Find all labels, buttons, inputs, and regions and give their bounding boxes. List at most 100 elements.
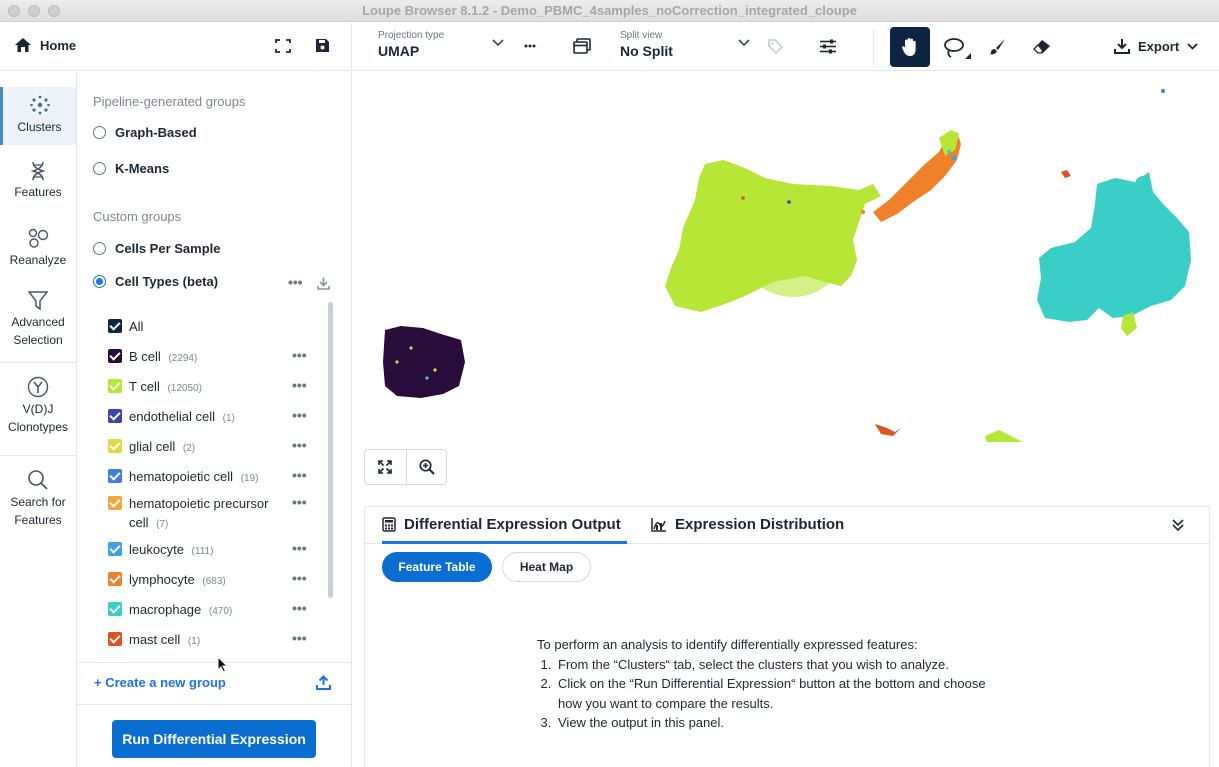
all-checkbox[interactable] xyxy=(108,319,122,333)
hand-icon xyxy=(902,38,916,56)
umap-plot[interactable] xyxy=(353,72,1219,502)
cell-type-row[interactable]: T cell (12050) ••• xyxy=(108,377,318,398)
nav-clusters-label: Clusters xyxy=(17,120,62,134)
group-cell-types[interactable]: Cell Types (beta) xyxy=(93,274,218,289)
kmeans-radio[interactable] xyxy=(93,162,106,175)
cell-type-row[interactable]: mast cell (1) ••• xyxy=(108,630,318,651)
cell-type-name: hematopoietic cell xyxy=(129,469,234,484)
cell-type-more-icon[interactable]: ••• xyxy=(292,600,307,616)
split-chevron-down-icon[interactable] xyxy=(738,39,750,47)
nav-advanced-selection[interactable]: Advanced Selection xyxy=(0,291,76,349)
create-group-link[interactable]: + Create a new group xyxy=(94,675,226,690)
fullscreen-icon[interactable] xyxy=(275,39,291,53)
cell-type-checkbox[interactable] xyxy=(108,469,122,483)
cell-types-more-icon[interactable]: ••• xyxy=(288,274,303,290)
home-icon xyxy=(15,38,31,52)
nav-search-label-1: Search for xyxy=(10,495,66,509)
run-differential-expression-button[interactable]: Run Differential Expression xyxy=(112,720,316,758)
kmeans-label: K-Means xyxy=(115,161,170,176)
list-scrollbar[interactable] xyxy=(328,302,333,598)
cell-type-row[interactable]: macrophage (470) ••• xyxy=(108,600,318,621)
home-button[interactable]: Home xyxy=(14,37,76,53)
cell-type-more-icon[interactable]: ••• xyxy=(292,437,307,453)
heat-map-button[interactable]: Heat Map xyxy=(502,552,591,582)
group-cells-per-sample[interactable]: Cells Per Sample xyxy=(93,241,221,256)
cell-type-checkbox[interactable] xyxy=(108,602,122,616)
cell-type-checkbox[interactable] xyxy=(108,439,122,453)
filter-icon xyxy=(28,291,48,311)
cell-type-checkbox[interactable] xyxy=(108,572,122,586)
zoom-in-button[interactable] xyxy=(407,450,448,484)
cell-type-name: lymphocyte xyxy=(129,572,195,587)
tab-expression-distribution[interactable]: Expression Distribution xyxy=(651,516,844,533)
cell-type-row[interactable]: endothelial cell (1) ••• xyxy=(108,407,318,428)
projection-type-select[interactable]: Projection type UMAP xyxy=(378,30,444,59)
cell-type-row[interactable]: glial cell (2) ••• xyxy=(108,437,318,458)
cell-type-row[interactable]: B cell (2294) ••• xyxy=(108,347,318,368)
cell-types-radio[interactable] xyxy=(93,275,106,288)
cell-type-more-icon[interactable]: ••• xyxy=(292,630,307,646)
cell-type-count: (12050) xyxy=(167,383,202,394)
cell-types-download-icon[interactable] xyxy=(317,277,330,290)
tab-differential-expression-label: Differential Expression Output xyxy=(404,516,621,533)
more-options-icon[interactable] xyxy=(524,44,536,48)
cell-type-checkbox[interactable] xyxy=(108,632,122,646)
cell-type-all[interactable]: All xyxy=(108,317,318,336)
split-view-icon[interactable] xyxy=(573,38,591,54)
tab-expression-distribution-label: Expression Distribution xyxy=(675,516,845,533)
cells-per-sample-label: Cells Per Sample xyxy=(115,241,221,256)
nav-vdj-label-1: V(D)J xyxy=(22,402,54,416)
cell-type-checkbox[interactable] xyxy=(108,496,122,510)
cell-type-row[interactable]: leukocyte (111) ••• xyxy=(108,540,318,561)
cell-type-row[interactable]: hematopoietic cell (19) ••• xyxy=(108,467,318,488)
export-button[interactable]: Export xyxy=(1114,38,1198,54)
cell-type-label: hematopoietic precursor cell (7) xyxy=(129,494,289,534)
cell-type-checkbox[interactable] xyxy=(108,379,122,393)
upload-icon[interactable] xyxy=(316,675,331,690)
cell-type-more-icon[interactable]: ••• xyxy=(292,347,307,363)
nav-vdj-label-2: Clonotypes xyxy=(7,420,69,434)
nav-reanalyze[interactable]: Reanalyze xyxy=(0,227,76,269)
cell-type-more-icon[interactable]: ••• xyxy=(292,407,307,423)
cell-type-label: B cell (2294) xyxy=(129,347,289,368)
tab-differential-expression[interactable]: Differential Expression Output xyxy=(382,516,621,533)
feature-table-button[interactable]: Feature Table xyxy=(382,552,492,582)
cell-type-more-icon[interactable]: ••• xyxy=(292,494,307,510)
nav-features[interactable]: Features xyxy=(0,161,76,201)
nav-search-features[interactable]: Search for Features xyxy=(0,469,76,529)
cell-type-row[interactable]: hematopoietic precursor cell (7) ••• xyxy=(108,494,318,534)
settings-sliders-icon[interactable] xyxy=(819,39,837,54)
export-chevron-down-icon xyxy=(1187,42,1198,50)
clusters-icon xyxy=(29,95,50,115)
eraser-icon[interactable] xyxy=(1033,39,1051,54)
projection-chevron-down-icon[interactable] xyxy=(492,39,504,47)
fit-view-button[interactable] xyxy=(365,450,406,484)
group-graph-based[interactable]: Graph-Based xyxy=(93,125,197,140)
brush-icon[interactable] xyxy=(989,38,1006,55)
nav-vdj-clonotypes[interactable]: V(D)J Clonotypes xyxy=(0,376,76,436)
toolbar-divider xyxy=(873,29,874,65)
cell-type-checkbox[interactable] xyxy=(108,542,122,556)
cell-type-checkbox[interactable] xyxy=(108,349,122,363)
cell-type-more-icon[interactable]: ••• xyxy=(292,377,307,393)
cell-type-row[interactable]: lymphocyte (683) ••• xyxy=(108,570,318,591)
cell-type-checkbox[interactable] xyxy=(108,409,122,423)
umap-scatter[interactable] xyxy=(353,72,1219,480)
cell-type-name: glial cell xyxy=(129,439,176,454)
cell-type-more-icon[interactable]: ••• xyxy=(292,540,307,556)
split-view-value: No Split xyxy=(620,43,673,59)
split-view-select[interactable]: Split view No Split xyxy=(620,30,673,59)
cell-type-label: hematopoietic cell (19) xyxy=(129,467,289,488)
nav-clusters[interactable]: Clusters xyxy=(0,87,76,145)
save-icon[interactable] xyxy=(315,38,330,53)
pan-tool-button[interactable] xyxy=(890,27,930,67)
cell-type-more-icon[interactable]: ••• xyxy=(292,467,307,483)
cells-per-sample-radio[interactable] xyxy=(93,242,106,255)
graph-based-radio[interactable] xyxy=(93,126,106,139)
group-kmeans[interactable]: K-Means xyxy=(93,161,169,176)
tag-icon[interactable] xyxy=(768,39,783,54)
cell-type-more-icon[interactable]: ••• xyxy=(292,570,307,586)
lasso-icon[interactable] xyxy=(943,37,973,61)
collapse-chevron-icon[interactable] xyxy=(1171,518,1185,532)
cell-type-count: (111) xyxy=(191,546,214,557)
